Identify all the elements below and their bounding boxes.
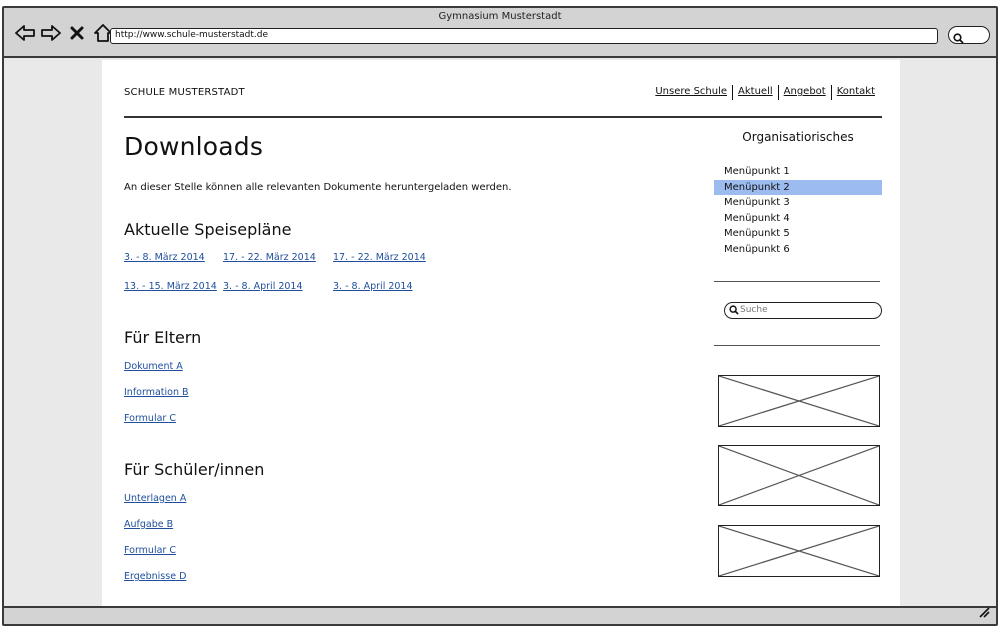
speiseplan-link[interactable]: 13. - 15. März 2014 — [124, 281, 217, 292]
main-content: Downloads An dieser Stelle können alle r… — [124, 132, 684, 582]
sidebar-item-menuepunkt-5[interactable]: Menüpunkt 5 — [714, 226, 882, 242]
speiseplan-link[interactable]: 17. - 22. März 2014 — [333, 252, 426, 263]
image-placeholder — [718, 525, 880, 577]
schueler-heading: Für Schüler/innen — [124, 460, 265, 479]
web-page: SCHULE MUSTERSTADT Unsere Schule Aktuell… — [102, 60, 900, 608]
eltern-link-formular-c[interactable]: Formular C — [124, 413, 176, 424]
search-placeholder: Suche — [740, 305, 768, 315]
speiseplan-link[interactable]: 3. - 8. März 2014 — [124, 252, 205, 263]
sidebar-title: Organisatiorisches — [742, 130, 854, 144]
arrow-right-icon[interactable] — [40, 22, 62, 44]
schueler-link-aufgabe-b[interactable]: Aufgabe B — [124, 519, 173, 530]
nav-unsere-schule[interactable]: Unsere Schule — [650, 86, 732, 100]
search-icon — [729, 305, 739, 320]
browser-search-button[interactable] — [948, 26, 990, 44]
image-placeholder — [718, 445, 880, 506]
eltern-heading: Für Eltern — [124, 328, 202, 347]
browser-statusbar — [4, 606, 996, 624]
browser-window: Gymnasium Musterstadt http://www.schule-… — [2, 6, 998, 626]
sidebar-item-menuepunkt-1[interactable]: Menüpunkt 1 — [714, 164, 882, 180]
resize-grip-icon[interactable] — [978, 603, 990, 622]
image-placeholder — [718, 375, 880, 427]
eltern-link-information-b[interactable]: Information B — [124, 387, 189, 398]
speiseplan-link[interactable]: 3. - 8. April 2014 — [223, 281, 303, 292]
site-name: SCHULE MUSTERSTADT — [124, 87, 245, 98]
sidebar-menu: Menüpunkt 1 Menüpunkt 2 Menüpunkt 3 Menü… — [714, 164, 882, 257]
schueler-link-formular-c[interactable]: Formular C — [124, 545, 176, 556]
window-title: Gymnasium Musterstadt — [438, 11, 562, 22]
page-title: Downloads — [124, 132, 264, 161]
header-divider — [124, 116, 882, 118]
close-icon[interactable] — [66, 22, 88, 44]
nav-kontakt[interactable]: Kontakt — [832, 86, 880, 100]
search-icon — [953, 29, 964, 48]
sidebar-divider — [714, 345, 880, 346]
intro-text: An dieser Stelle können alle relevanten … — [124, 182, 512, 193]
sidebar-item-menuepunkt-6[interactable]: Menüpunkt 6 — [714, 242, 882, 258]
url-bar[interactable]: http://www.schule-musterstadt.de — [110, 28, 938, 44]
speiseplan-link[interactable]: 17. - 22. März 2014 — [223, 252, 316, 263]
sidebar-search-input[interactable]: Suche — [724, 302, 882, 319]
sidebar-item-menuepunkt-2[interactable]: Menüpunkt 2 — [714, 179, 882, 195]
speiseplan-link[interactable]: 3. - 8. April 2014 — [333, 281, 413, 292]
eltern-link-dokument-a[interactable]: Dokument A — [124, 361, 183, 372]
sidebar-item-menuepunkt-3[interactable]: Menüpunkt 3 — [714, 195, 882, 211]
arrow-left-icon[interactable] — [14, 22, 36, 44]
nav-angebot[interactable]: Angebot — [779, 86, 831, 100]
schueler-link-unterlagen-a[interactable]: Unterlagen A — [124, 493, 186, 504]
browser-nav-controls — [14, 22, 114, 44]
browser-titlebar: Gymnasium Musterstadt http://www.schule-… — [4, 8, 996, 58]
sidebar-divider — [714, 281, 880, 282]
speiseplaene-heading: Aktuelle Speisepläne — [124, 220, 292, 239]
sidebar-item-menuepunkt-4[interactable]: Menüpunkt 4 — [714, 211, 882, 227]
schueler-link-ergebnisse-d[interactable]: Ergebnisse D — [124, 571, 186, 582]
top-navigation: Unsere Schule Aktuell Angebot Kontakt — [650, 85, 880, 100]
sidebar: Organisatiorisches Menüpunkt 1 Menüpunkt… — [714, 130, 882, 577]
nav-aktuell[interactable]: Aktuell — [733, 86, 778, 100]
